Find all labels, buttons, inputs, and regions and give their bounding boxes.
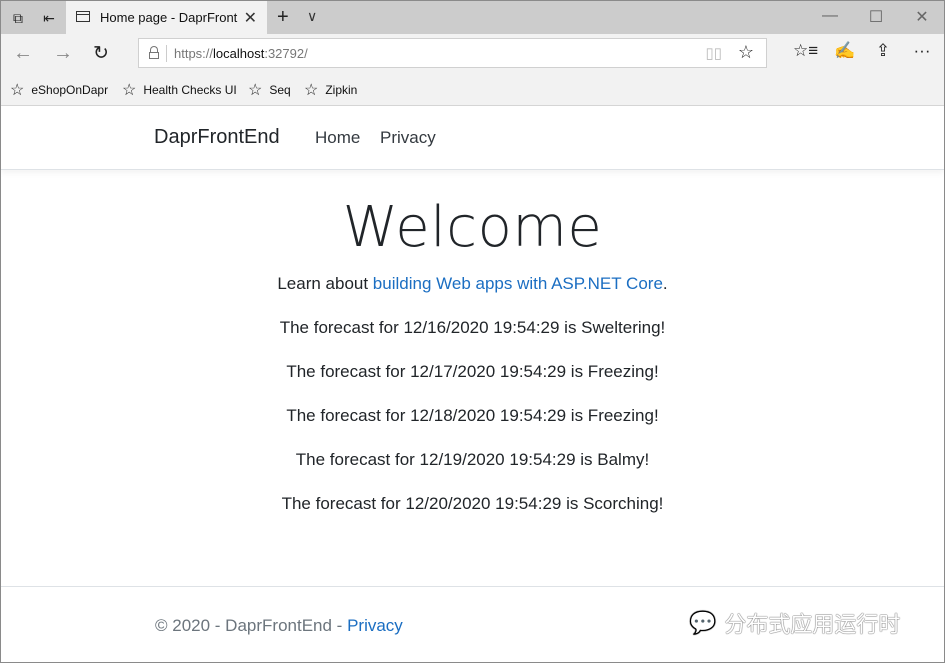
site-navbar: DaprFrontEnd Home Privacy — [1, 106, 944, 170]
back-icon[interactable]: ← — [11, 42, 35, 65]
star-icon: ☆ — [304, 82, 319, 99]
footer-copyright: © 2020 - DaprFrontEnd - Privacy — [155, 616, 403, 635]
star-icon: ☆ — [122, 82, 137, 99]
site-footer: © 2020 - DaprFrontEnd - Privacy 💬 分布式应用运… — [1, 586, 944, 662]
favorite-zipkin[interactable]: ☆ Zipkin — [304, 80, 357, 100]
forecast-item: The forecast for 12/18/2020 19:54:29 is … — [286, 406, 659, 425]
url-divider — [166, 45, 167, 62]
share-icon[interactable]: ⇪ — [871, 41, 895, 61]
favorite-label: Seq — [269, 83, 291, 97]
favorite-eshopondapr[interactable]: ☆ eShopOnDapr — [10, 80, 108, 100]
web-page: DaprFrontEnd Home Privacy Welcome Learn … — [1, 106, 944, 662]
chevron-down-icon[interactable]: ∨ — [307, 8, 317, 25]
close-icon[interactable]: ✕ — [244, 8, 257, 28]
reading-view-icon[interactable]: ▯▯ — [705, 44, 722, 62]
web-notes-icon[interactable]: ✍ — [833, 41, 857, 61]
watermark: 💬 分布式应用运行时 — [689, 607, 900, 639]
lock-icon — [149, 46, 159, 59]
minimize-icon[interactable]: — — [820, 7, 840, 25]
favorite-star-icon[interactable]: ☆ — [738, 42, 754, 63]
favorite-label: Zipkin — [325, 83, 358, 97]
aspnet-docs-link[interactable]: building Web apps with ASP.NET Core — [373, 274, 663, 293]
favorite-health-checks-ui[interactable]: ☆ Health Checks UI — [122, 80, 237, 100]
more-icon[interactable]: ··· — [910, 41, 934, 61]
address-bar-row: ← → ↻ https://localhost:32792/ ▯▯ ☆ ☆≡ ✍… — [1, 34, 944, 74]
tab-preview-icon[interactable]: ⧉ — [9, 9, 27, 27]
forecast-item: The forecast for 12/17/2020 19:54:29 is … — [286, 362, 659, 381]
window-close-icon[interactable]: ✕ — [912, 7, 932, 27]
nav-privacy[interactable]: Privacy — [380, 128, 436, 148]
browser-window: ⧉ ⇤ Home page - DaprFront ✕ + ∨ — ☐ ✕ ← … — [0, 0, 945, 663]
favorite-seq[interactable]: ☆ Seq — [248, 80, 291, 100]
page-icon — [76, 11, 90, 22]
forecast-item: The forecast for 12/20/2020 19:54:29 is … — [281, 494, 664, 513]
new-tab-icon[interactable]: + — [277, 6, 289, 29]
tab-strip: ⧉ ⇤ Home page - DaprFront ✕ + ∨ — ☐ ✕ — [1, 1, 944, 34]
address-input[interactable]: https://localhost:32792/ ▯▯ ☆ — [138, 38, 767, 68]
favorites-hub-icon[interactable]: ☆≡ — [793, 41, 818, 61]
page-title: Welcome — [342, 195, 603, 260]
learn-text: Learn about building Web apps with ASP.N… — [277, 274, 668, 293]
star-icon: ☆ — [10, 82, 25, 99]
favorite-label: Health Checks UI — [143, 83, 237, 97]
favorites-bar: ☆ eShopOnDapr ☆ Health Checks UI ☆ Seq ☆… — [1, 74, 944, 106]
forward-icon[interactable]: → — [51, 42, 75, 65]
forecast-item: The forecast for 12/16/2020 19:54:29 is … — [279, 318, 666, 337]
watermark-text: 分布式应用运行时 — [724, 612, 901, 637]
favorite-label: eShopOnDapr — [31, 83, 109, 97]
footer-privacy-link[interactable]: Privacy — [347, 616, 403, 635]
maximize-icon[interactable]: ☐ — [866, 7, 886, 27]
star-icon: ☆ — [248, 82, 263, 99]
forecast-item: The forecast for 12/19/2020 19:54:29 is … — [295, 450, 650, 469]
tab-home-page[interactable]: Home page - DaprFront ✕ — [66, 1, 267, 34]
brand-link[interactable]: DaprFrontEnd — [154, 126, 280, 149]
url-text[interactable]: https://localhost:32792/ — [174, 46, 308, 61]
set-tabs-aside-icon[interactable]: ⇤ — [40, 9, 58, 27]
wechat-icon: 💬 — [689, 610, 717, 635]
nav-home[interactable]: Home — [315, 128, 360, 148]
tab-title: Home page - DaprFront — [100, 10, 238, 25]
refresh-icon[interactable]: ↻ — [89, 42, 113, 65]
main-content: Welcome Learn about building Web apps wi… — [1, 186, 944, 516]
